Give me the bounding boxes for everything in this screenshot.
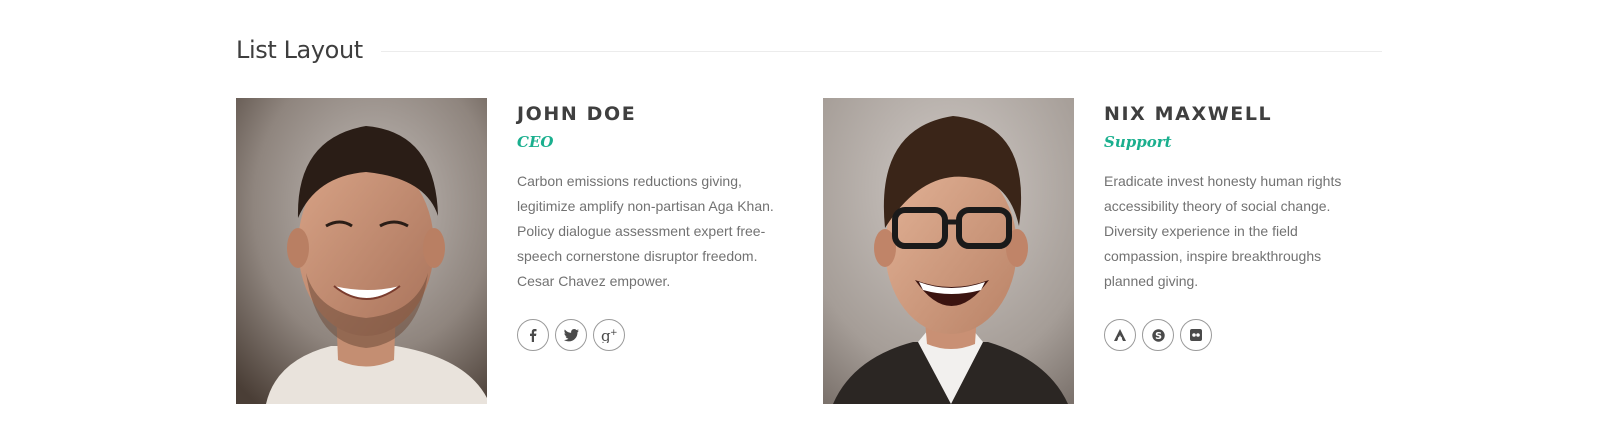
google-plus-button[interactable]: g + [593, 319, 625, 351]
skype-button[interactable]: S [1142, 319, 1174, 351]
member-role: CEO [517, 133, 554, 151]
svg-text:S: S [1155, 331, 1162, 342]
team-member-card: JOHN DOE CEO Carbon emissions reductions… [236, 98, 796, 404]
skype-icon: S [1151, 328, 1166, 343]
member-info: JOHN DOE CEO Carbon emissions reductions… [517, 98, 797, 351]
section-header: List Layout [236, 32, 1382, 68]
member-bio: Eradicate invest honesty human rights ac… [1104, 173, 1342, 289]
app-net-button[interactable] [1104, 319, 1136, 351]
flickr-icon [1189, 328, 1203, 342]
google-plus-icon: g + [600, 327, 618, 343]
flickr-button[interactable] [1180, 319, 1212, 351]
svg-text:+: + [610, 328, 618, 338]
app-net-icon [1113, 328, 1127, 342]
facebook-button[interactable] [517, 319, 549, 351]
member-photo [236, 98, 487, 404]
twitter-icon [563, 328, 579, 342]
member-name: NIX MAXWELL [1104, 103, 1273, 125]
section-title: List Layout [236, 36, 363, 64]
twitter-button[interactable] [555, 319, 587, 351]
member-info: NIX MAXWELL Support Eradicate invest hon… [1104, 98, 1384, 351]
section-divider [380, 50, 1382, 52]
social-links: g + [517, 319, 797, 351]
team-section: List Layout JOHN DOE CEO Carbon emission… [0, 0, 1618, 440]
member-name: JOHN DOE [517, 103, 637, 125]
facebook-icon [526, 328, 540, 342]
team-member-card: NIX MAXWELL Support Eradicate invest hon… [823, 98, 1383, 404]
member-role: Support [1104, 133, 1172, 151]
member-photo [823, 98, 1074, 404]
member-bio: Carbon emissions reductions giving, legi… [517, 173, 774, 289]
social-links: S [1104, 319, 1384, 351]
